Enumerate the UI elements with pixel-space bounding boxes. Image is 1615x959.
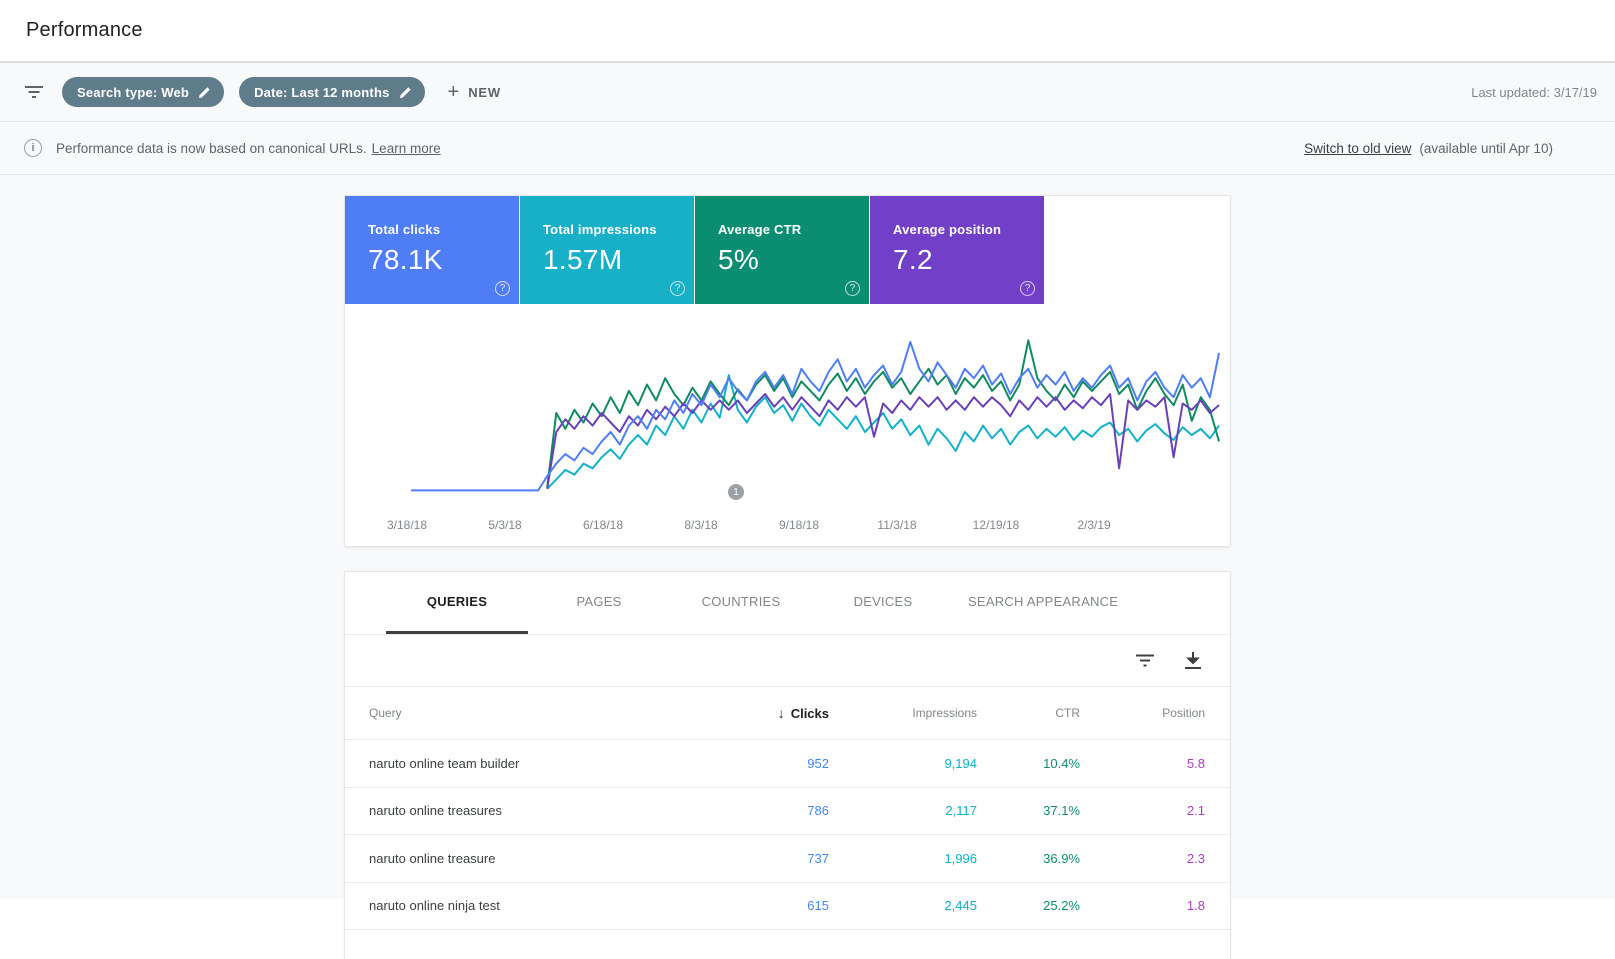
page-title: Performance [26,19,143,41]
filter-bar: Search type: Web Date: Last 12 months + … [0,61,1615,121]
performance-chart-zone: 3/18/18 5/3/18 6/18/18 8/3/18 9/18/18 11… [345,304,1230,548]
total-impressions-card[interactable]: Total impressions 1.57M ? [520,196,694,304]
performance-summary-card: Total clicks 78.1K ? Total impressions 1… [344,195,1231,547]
edit-pencil-icon[interactable] [399,85,413,99]
switch-availability-note: (available until Apr 10) [1419,140,1553,156]
tab-pages[interactable]: PAGES [528,572,670,634]
tab-devices[interactable]: DEVICES [812,572,954,634]
table-row[interactable]: naruto online treasures 786 2,117 37.1% … [345,786,1230,835]
impressions-cell: 1,996 [944,850,977,866]
dimensions-table-card: QUERIES PAGES COUNTRIES DEVICES SEARCH A… [344,571,1231,959]
x-axis-label: 6/18/18 [582,518,624,532]
average-ctr-label: Average CTR [718,222,802,237]
total-clicks-card[interactable]: Total clicks 78.1K ? [345,196,519,304]
header-clicks-sorted[interactable]: ↓ Clicks [679,705,829,721]
annotation-marker[interactable]: 1 [728,484,744,500]
x-axis-label: 5/3/18 [488,518,522,532]
query-cell: naruto online treasures [369,803,502,819]
ctr-cell: 10.4% [1043,755,1080,771]
x-axis-label: 9/18/18 [778,518,820,532]
performance-chart [411,339,1220,492]
x-axis-label: 12/19/18 [972,518,1020,532]
total-impressions-label: Total impressions [543,222,657,237]
dimension-tabs: QUERIES PAGES COUNTRIES DEVICES SEARCH A… [345,572,1230,634]
header-position[interactable]: Position [1080,706,1205,720]
filter-icon[interactable] [24,85,44,99]
help-icon[interactable]: ? [670,281,685,296]
tab-search-appearance[interactable]: SEARCH APPEARANCE [954,572,1132,634]
tab-queries[interactable]: QUERIES [386,572,528,634]
average-position-label: Average position [893,222,1002,237]
x-axis-label: 3/18/18 [386,518,428,532]
average-ctr-value: 5% [718,244,760,275]
chart-line-clicks [411,340,1220,492]
download-icon[interactable] [1182,650,1204,672]
position-cell: 5.8 [1186,755,1205,771]
query-cell: naruto online team builder [369,755,520,771]
query-cell: naruto online ninja test [369,898,500,914]
table-row[interactable]: naruto online team builder 952 9,194 10.… [345,739,1230,787]
canonical-url-banner: i Performance data is now based on canon… [0,121,1615,175]
table-row[interactable]: naruto online treasure 737 1,996 36.9% 2… [345,834,1230,882]
ctr-cell: 37.1% [1043,803,1080,819]
table-row-partial [345,929,1230,959]
clicks-cell: 737 [807,850,829,866]
banner-message: Performance data is now based on canonic… [56,140,367,156]
impressions-cell: 2,117 [945,803,977,819]
clicks-cell: 786 [807,803,829,819]
learn-more-link[interactable]: Learn more [372,141,441,156]
table-row[interactable]: naruto online ninja test 615 2,445 25.2%… [345,881,1230,930]
impressions-cell: 2,445 [944,898,977,914]
position-cell: 2.1 [1186,803,1205,819]
help-icon[interactable]: ? [495,281,510,296]
table-toolbar [345,634,1230,686]
header-ctr[interactable]: CTR [977,706,1080,720]
plus-icon: + [447,81,460,103]
average-position-card[interactable]: Average position 7.2 ? [870,196,1044,304]
new-filter-button[interactable]: + NEW [448,82,501,102]
table-header-row: Query ↓ Clicks Impressions CTR Position [345,686,1230,739]
help-icon[interactable]: ? [845,281,860,296]
x-axis-label: 8/3/18 [684,518,718,532]
content-area: Total clicks 78.1K ? Total impressions 1… [0,175,1615,959]
last-updated-text: Last updated: 3/17/19 [1471,84,1597,100]
clicks-cell: 615 [807,898,829,914]
x-axis-label: 2/3/19 [1077,518,1111,532]
search-type-chip[interactable]: Search type: Web [62,77,225,107]
average-position-value: 7.2 [893,244,933,275]
total-clicks-label: Total clicks [368,222,441,237]
x-axis-label: 11/3/18 [877,518,917,532]
average-ctr-card[interactable]: Average CTR 5% ? [695,196,869,304]
help-icon[interactable]: ? [1020,281,1035,296]
date-range-chip-label: Date: Last 12 months [254,84,390,100]
position-cell: 2.3 [1186,850,1205,866]
position-cell: 1.8 [1186,898,1205,914]
tab-countries[interactable]: COUNTRIES [670,572,812,634]
header-query[interactable]: Query [369,706,679,720]
switch-to-old-view-link[interactable]: Switch to old view [1304,141,1411,156]
search-type-chip-label: Search type: Web [77,84,190,100]
new-filter-label: NEW [468,84,501,100]
header-impressions[interactable]: Impressions [829,706,977,720]
info-icon: i [24,139,42,157]
ctr-cell: 36.9% [1043,850,1080,866]
app-header: Performance [0,0,1615,61]
sort-desc-icon: ↓ [777,705,785,721]
ctr-cell: 25.2% [1043,898,1080,914]
impressions-cell: 9,194 [944,755,977,771]
total-impressions-value: 1.57M [543,244,623,275]
query-cell: naruto online treasure [369,850,496,866]
edit-pencil-icon[interactable] [198,85,212,99]
total-clicks-value: 78.1K [368,244,443,275]
clicks-cell: 952 [807,755,829,771]
date-range-chip[interactable]: Date: Last 12 months [239,77,425,107]
metric-row: Total clicks 78.1K ? Total impressions 1… [345,196,1230,304]
table-filter-icon[interactable] [1134,650,1156,672]
